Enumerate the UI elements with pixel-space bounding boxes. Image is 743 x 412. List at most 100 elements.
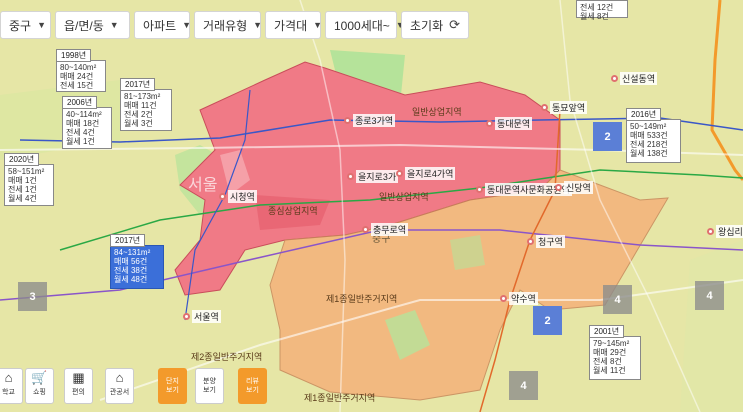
property-type-label: 아파트 — [143, 18, 177, 33]
listing-sale: 매매 29건 — [593, 348, 627, 357]
station-label: 동묘앞역 — [550, 101, 588, 114]
listing-marker[interactable]: 전세 12건 월세 8건 — [576, 0, 628, 21]
station-marker[interactable]: 동묘앞역 — [541, 101, 588, 114]
station-label: 신설동역 — [620, 72, 658, 85]
school-filter-button[interactable]: ⌂ 학교 — [0, 368, 23, 404]
listing-marker[interactable]: 1998년 80~140m² 매매 24건 전세 15건 — [56, 49, 106, 92]
listing-year: 2017년 — [120, 78, 156, 91]
district-label-text: 중구 — [9, 18, 32, 33]
tool-label: 편의 — [72, 389, 85, 396]
station-label: 종로3가역 — [353, 114, 396, 127]
station-dot-icon — [476, 186, 483, 193]
cluster-marker[interactable]: 4 — [509, 371, 538, 400]
listing-jeonse: 전세 2건 — [124, 110, 153, 119]
station-marker[interactable]: 동대문역 — [486, 117, 533, 130]
listing-area: 84~131m² — [114, 248, 151, 257]
listing-year: 2001년 — [589, 325, 625, 338]
station-dot-icon — [541, 104, 548, 111]
government-icon: ⌂ — [115, 370, 124, 385]
cluster-marker[interactable]: 3 — [18, 282, 47, 311]
refresh-icon: ⟳ — [449, 17, 461, 32]
station-label: 청구역 — [536, 235, 565, 248]
station-label: 서울역 — [192, 310, 221, 323]
shopping-filter-button[interactable]: 🛒 쇼핑 — [25, 368, 54, 404]
listing-jeonse: 전세 8건 — [593, 357, 622, 366]
caret-down-icon: ▼ — [109, 20, 119, 30]
station-dot-icon — [396, 170, 403, 177]
zone-label: 일반상업지역 — [412, 107, 462, 117]
listing-monthly: 월세 3건 — [124, 119, 153, 128]
listing-area: 40~114m² — [66, 110, 102, 119]
station-label: 신당역 — [564, 181, 593, 194]
district-dropdown[interactable]: 중구 ▼ — [0, 11, 51, 39]
caret-down-icon: ▼ — [313, 20, 323, 30]
station-marker[interactable]: 을지로3가 — [347, 170, 399, 183]
station-dot-icon — [611, 75, 618, 82]
property-type-dropdown[interactable]: 아파트 ▼ — [134, 11, 191, 39]
listing-sale: 매매 533건 — [630, 131, 668, 140]
presale-view-button[interactable]: 분양 보기 — [195, 368, 224, 404]
dong-dropdown[interactable]: 읍/면/동 ▼ — [55, 11, 130, 39]
station-label: 충무로역 — [371, 223, 409, 236]
listing-jeonse: 전세 218건 — [630, 140, 668, 149]
price-range-dropdown[interactable]: 가격대 ▼ — [265, 11, 323, 39]
cluster-marker[interactable]: 4 — [695, 281, 724, 310]
cluster-marker[interactable]: 2 — [533, 306, 562, 335]
listing-monthly: 월세 48건 — [114, 275, 148, 284]
complex-view-button[interactable]: 단지 보기 — [158, 368, 187, 404]
listing-sale: 매매 18건 — [66, 119, 100, 128]
listing-marker[interactable]: 2016년 50~149m² 매매 533건 전세 218건 월세 138건 — [626, 108, 681, 163]
listing-sale: 매매 24건 — [60, 72, 94, 81]
convenience-filter-button[interactable]: ▦ 편의 — [64, 368, 93, 404]
station-marker[interactable]: 신당역 — [555, 181, 593, 194]
listing-jeonse: 전세 1건 — [8, 185, 37, 194]
household-size-dropdown[interactable]: 1000세대~▼ — [325, 11, 405, 39]
tool-label: 관공서 — [109, 389, 130, 396]
station-marker[interactable]: 종로3가역 — [344, 114, 396, 127]
station-marker[interactable]: 서울역 — [183, 310, 221, 323]
station-dot-icon — [500, 295, 507, 302]
listing-year: 1998년 — [56, 49, 92, 62]
listing-marker[interactable]: 2017년 81~173m² 매매 11건 전세 2건 월세 3건 — [120, 78, 172, 131]
station-marker[interactable]: 청구역 — [527, 235, 565, 248]
cluster-marker[interactable]: 2 — [593, 122, 622, 151]
station-marker[interactable]: 을지로4가역 — [396, 167, 456, 180]
listing-marker[interactable]: 2006년 40~114m² 매매 18건 전세 4건 월세 1건 — [62, 96, 112, 149]
deal-type-label: 거래유형 — [203, 18, 248, 33]
station-dot-icon — [347, 173, 354, 180]
review-view-button[interactable]: 리뷰 보기 — [238, 368, 267, 404]
deal-type-dropdown[interactable]: 거래유형 ▼ — [194, 11, 262, 39]
station-marker[interactable]: 충무로역 — [362, 223, 409, 236]
listing-sale: 매매 56건 — [114, 257, 148, 266]
listing-area: 58~151m² — [8, 167, 45, 176]
caret-down-icon: ▼ — [37, 20, 47, 30]
station-dot-icon — [486, 120, 493, 127]
station-label: 을지로4가역 — [405, 167, 456, 180]
listing-monthly: 월세 138건 — [630, 149, 668, 158]
station-dot-icon — [219, 193, 226, 200]
listing-year: 2016년 — [626, 108, 662, 121]
cart-icon: 🛒 — [31, 370, 48, 385]
listing-marker[interactable]: 2001년 79~145m² 매매 29건 전세 8건 월세 11건 — [589, 325, 641, 380]
station-marker[interactable]: 왕십리역 — [707, 225, 743, 238]
listing-area: 80~140m² — [60, 63, 97, 72]
household-size-label: 1000세대~ — [334, 18, 390, 33]
listing-marker[interactable]: 2020년 58~151m² 매매 1건 전세 1건 월세 4건 — [4, 153, 54, 206]
government-filter-button[interactable]: ⌂ 관공서 — [105, 368, 134, 404]
station-dot-icon — [344, 117, 351, 124]
listing-monthly: 월세 1건 — [66, 137, 95, 146]
price-range-label: 가격대 — [274, 18, 308, 33]
listing-sale: 매매 1건 — [8, 176, 37, 185]
station-marker[interactable]: 약수역 — [500, 292, 538, 305]
listing-marker-selected[interactable]: 2017년 84~131m² 매매 56건 전세 38건 월세 48건 — [110, 234, 164, 289]
station-dot-icon — [555, 184, 562, 191]
cluster-marker[interactable]: 4 — [603, 285, 632, 314]
listing-year: 2020년 — [4, 153, 40, 166]
reset-button[interactable]: 초기화 ⟳ — [401, 11, 469, 39]
station-marker[interactable]: 신설동역 — [611, 72, 658, 85]
station-label: 약수역 — [509, 292, 538, 305]
station-label: 을지로3가 — [356, 170, 399, 183]
station-marker[interactable]: 시청역 — [219, 190, 257, 203]
seoul-label: 서울 — [188, 176, 217, 194]
station-dot-icon — [527, 238, 534, 245]
